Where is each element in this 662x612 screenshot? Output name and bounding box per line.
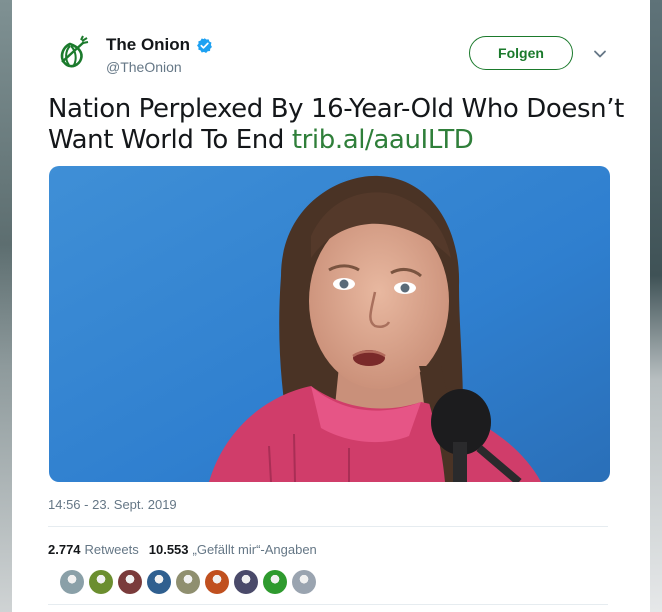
- tweet-timestamp[interactable]: 14:56 - 23. Sept. 2019: [48, 497, 177, 512]
- verified-badge-icon: [197, 37, 212, 53]
- onion-logo-icon[interactable]: [50, 32, 94, 76]
- liker-avatar-5[interactable]: [176, 570, 200, 594]
- divider: [48, 526, 608, 527]
- likes-label: „Gefällt mir“-Angaben: [192, 542, 317, 557]
- tweet-image[interactable]: [49, 166, 610, 482]
- tweet-text: Nation Perplexed By 16-Year-Old Who Does…: [48, 94, 628, 156]
- liker-avatar-2[interactable]: [89, 570, 113, 594]
- liker-avatar-6[interactable]: [205, 570, 229, 594]
- tweet-link[interactable]: trib.al/aauILTD: [292, 125, 474, 155]
- retweets-label: Retweets: [84, 542, 139, 557]
- liker-avatar-4[interactable]: [147, 570, 171, 594]
- liker-avatar-3[interactable]: [118, 570, 142, 594]
- background-page-right: [650, 0, 662, 612]
- retweets-stat[interactable]: 2.774 Retweets: [48, 542, 139, 557]
- liker-avatar-1[interactable]: [60, 570, 84, 594]
- tweet-card: The Onion @TheOnion Folgen Nation Perple…: [12, 0, 650, 612]
- author-name[interactable]: The Onion: [106, 35, 190, 55]
- liker-avatar-8[interactable]: [263, 570, 287, 594]
- liker-avatars: [60, 570, 321, 594]
- likes-count: 10.553: [148, 542, 189, 557]
- divider: [48, 604, 608, 605]
- liker-avatar-9[interactable]: [292, 570, 316, 594]
- engagement-stats: 2.774 Retweets 10.553 „Gefällt mir“-Angabe…: [48, 542, 317, 557]
- chevron-down-icon[interactable]: [592, 46, 608, 62]
- likes-stat[interactable]: 10.553 „Gefällt mir“-Angaben: [149, 542, 317, 557]
- follow-button[interactable]: Folgen: [469, 36, 573, 70]
- retweets-count: 2.774: [48, 542, 81, 557]
- background-page-left: [0, 0, 12, 612]
- liker-avatar-7[interactable]: [234, 570, 258, 594]
- author-handle[interactable]: @TheOnion: [106, 59, 182, 75]
